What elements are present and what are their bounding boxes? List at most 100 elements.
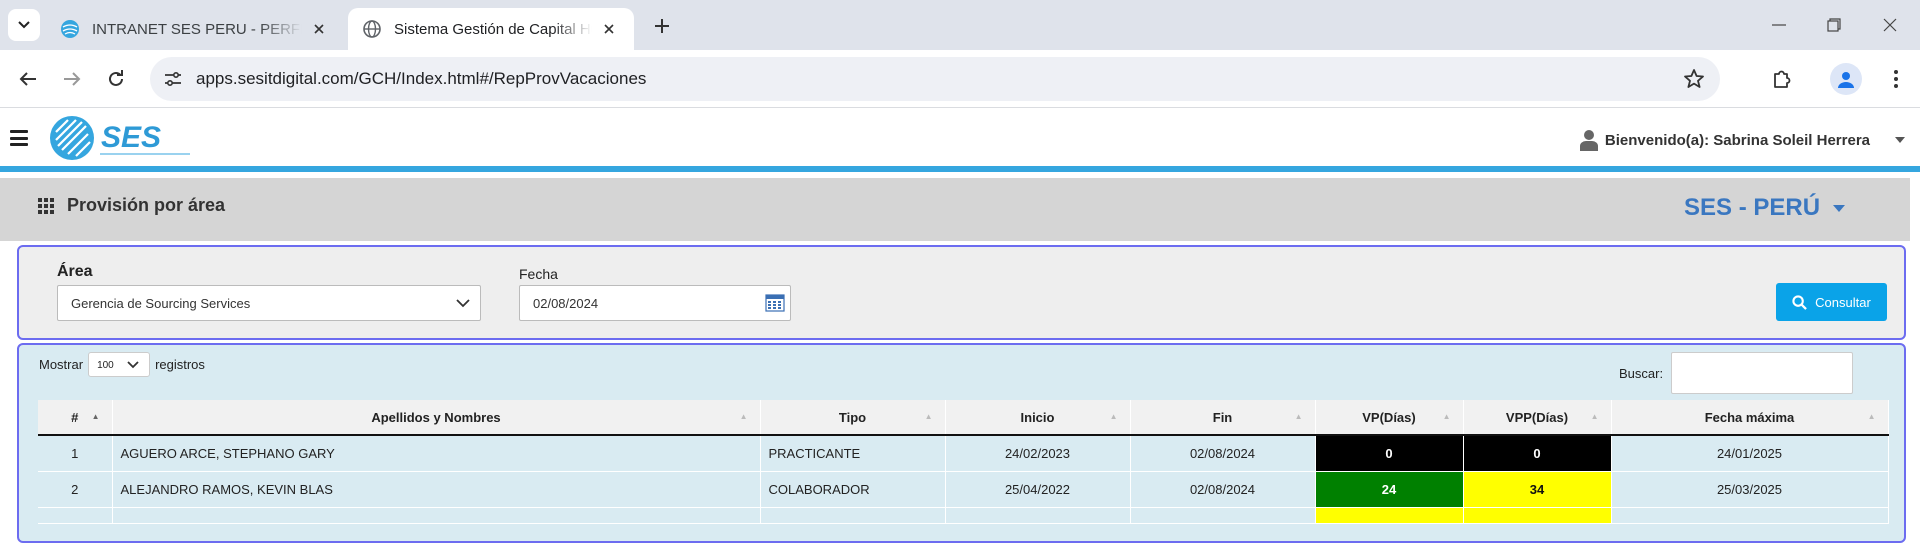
search-icon <box>1792 294 1808 310</box>
user-icon <box>1579 130 1598 151</box>
cell-index <box>38 507 113 524</box>
forward-button[interactable] <box>56 63 88 95</box>
restore-icon <box>1827 18 1841 32</box>
cell-index: 2 <box>38 471 113 508</box>
person-icon <box>1838 72 1854 88</box>
close-icon[interactable] <box>308 18 330 40</box>
puzzle-icon <box>1774 70 1791 88</box>
table-search: Buscar: <box>1619 352 1854 394</box>
globe-icon <box>363 20 381 38</box>
reload-icon <box>109 70 123 86</box>
sort-icon: ▲ <box>924 412 933 421</box>
buscar-label: Buscar: <box>1619 365 1664 381</box>
column-header-fecha-maxima[interactable]: Fecha máxima ▲ <box>1611 400 1889 436</box>
reload-button[interactable] <box>100 63 132 95</box>
close-window-button[interactable] <box>1873 10 1907 40</box>
tab-title: Sistema Gestión de Capital Hum <box>394 20 592 38</box>
search-input[interactable] <box>1671 352 1854 394</box>
profile-button[interactable] <box>1830 63 1862 95</box>
caret-down-icon <box>1895 137 1905 143</box>
user-menu[interactable]: Bienvenido(a): Sabrina Soleil Herrera <box>1579 129 1906 151</box>
cell-inicio: 24/02/2023 <box>945 435 1131 472</box>
sort-icon: ▲ <box>1442 412 1451 421</box>
cell-vpp <box>1463 507 1612 524</box>
chevron-down-icon <box>456 299 470 308</box>
extensions-button[interactable] <box>1766 63 1798 95</box>
cell-fecha-maxima <box>1611 507 1889 524</box>
cell-vp: 0 <box>1315 435 1464 472</box>
browser-tab-intranet[interactable]: INTRANET SES PERU - PERFIL DE <box>46 8 344 50</box>
calendar-icon[interactable] <box>765 292 785 312</box>
consultar-button[interactable]: Consultar <box>1776 283 1887 321</box>
welcome-text: Bienvenido(a): Sabrina Soleil Herrera <box>1604 131 1870 149</box>
results-panel: Mostrar 100 registros Buscar: # ▲ Apellid… <box>17 343 1906 543</box>
cell-nombre: AGUERO ARCE, STEPHANO GARY <box>112 435 761 472</box>
column-header-inicio[interactable]: Inicio ▲ <box>945 400 1131 436</box>
provision-table: # ▲ Apellidos y Nombres ▲ Tipo ▲ Inicio ▲ Fi… <box>38 400 1889 524</box>
sort-icon: ▲ <box>1294 412 1303 421</box>
company-name: SES - PERÚ <box>1684 194 1821 221</box>
tab-search-button[interactable] <box>8 9 40 41</box>
fecha-input[interactable]: 02/08/2024 <box>519 285 791 321</box>
browser-toolbar: apps.sesitdigital.com/GCH/Index.html#/Re… <box>0 50 1920 108</box>
site-settings-icon[interactable] <box>162 68 184 90</box>
cell-vpp: 34 <box>1463 471 1612 508</box>
globe-logo-icon <box>61 20 79 38</box>
column-header-vp[interactable]: VP(Días) ▲ <box>1315 400 1464 436</box>
sort-icon: ▲ <box>91 412 100 421</box>
page-length-select[interactable]: 100 <box>88 352 151 377</box>
area-select[interactable]: Gerencia de Sourcing Services <box>57 285 481 321</box>
restore-button[interactable] <box>1817 10 1851 40</box>
sort-icon: ▲ <box>1867 412 1876 421</box>
column-header-index[interactable]: # ▲ <box>38 400 113 436</box>
cell-inicio <box>945 507 1131 524</box>
registros-label: registros <box>155 357 205 372</box>
column-header-vpp[interactable]: VPP(Días) ▲ <box>1463 400 1612 436</box>
browser-tabstrip: INTRANET SES PERU - PERFIL DE Sistema Ge… <box>0 0 1920 50</box>
grid-icon <box>38 198 54 214</box>
table-row[interactable]: 1 AGUERO ARCE, STEPHANO GARY PRACTICANTE… <box>38 435 1889 472</box>
arrow-right-icon <box>64 72 81 86</box>
bookmark-star-icon[interactable] <box>1682 67 1706 91</box>
caret-down-icon <box>1833 204 1846 212</box>
close-icon[interactable] <box>598 18 620 40</box>
area-label: Área <box>57 263 93 280</box>
cell-fin: 02/08/2024 <box>1130 435 1316 472</box>
app-header: SES Bienvenido(a): Sabrina Soleil Herrer… <box>0 109 1920 172</box>
company-selector[interactable]: SES - PERÚ <box>1684 194 1846 222</box>
table-row[interactable]: 2 ALEJANDRO RAMOS, KEVIN BLAS COLABORADO… <box>38 471 1889 508</box>
minimize-button[interactable] <box>1762 10 1796 40</box>
page-length-control: Mostrar 100 registros <box>39 352 205 377</box>
page-title: Provisión por área <box>67 195 226 215</box>
table-row[interactable] <box>38 507 1889 524</box>
cell-nombre: ALEJANDRO RAMOS, KEVIN BLAS <box>112 471 761 508</box>
fecha-label: Fecha <box>519 266 558 282</box>
cell-vpp: 0 <box>1463 435 1612 472</box>
cell-index: 1 <box>38 435 113 472</box>
cell-fin <box>1130 507 1316 524</box>
sort-icon: ▲ <box>739 412 748 421</box>
table-header-row: # ▲ Apellidos y Nombres ▲ Tipo ▲ Inicio ▲ Fi… <box>38 400 1889 436</box>
column-header-tipo[interactable]: Tipo ▲ <box>760 400 946 436</box>
new-tab-button[interactable] <box>648 12 676 40</box>
sort-icon: ▲ <box>1590 412 1599 421</box>
more-vert-icon <box>1894 70 1898 88</box>
hamburger-menu-icon[interactable] <box>10 130 28 146</box>
page-titlebar: Provisión por área SES - PERÚ <box>0 178 1910 241</box>
browser-menu-button[interactable] <box>1880 63 1912 95</box>
cell-vp: 24 <box>1315 471 1464 508</box>
cell-tipo: COLABORADOR <box>760 471 946 508</box>
back-button[interactable] <box>12 63 44 95</box>
browser-tab-gch[interactable]: Sistema Gestión de Capital Hum <box>348 8 634 50</box>
column-header-nombres[interactable]: Apellidos y Nombres ▲ <box>112 400 761 436</box>
ses-logo: SES <box>50 116 190 160</box>
address-bar[interactable]: apps.sesitdigital.com/GCH/Index.html#/Re… <box>150 57 1720 101</box>
cell-fin: 02/08/2024 <box>1130 471 1316 508</box>
cell-fecha-maxima: 24/01/2025 <box>1611 435 1889 472</box>
logo-text: SES <box>101 121 161 154</box>
cell-tipo: PRACTICANTE <box>760 435 946 472</box>
column-header-fin[interactable]: Fin ▲ <box>1130 400 1316 436</box>
url-text: apps.sesitdigital.com/GCH/Index.html#/Re… <box>196 69 647 88</box>
cell-fecha-maxima: 25/03/2025 <box>1611 471 1889 508</box>
plus-icon <box>655 19 669 33</box>
